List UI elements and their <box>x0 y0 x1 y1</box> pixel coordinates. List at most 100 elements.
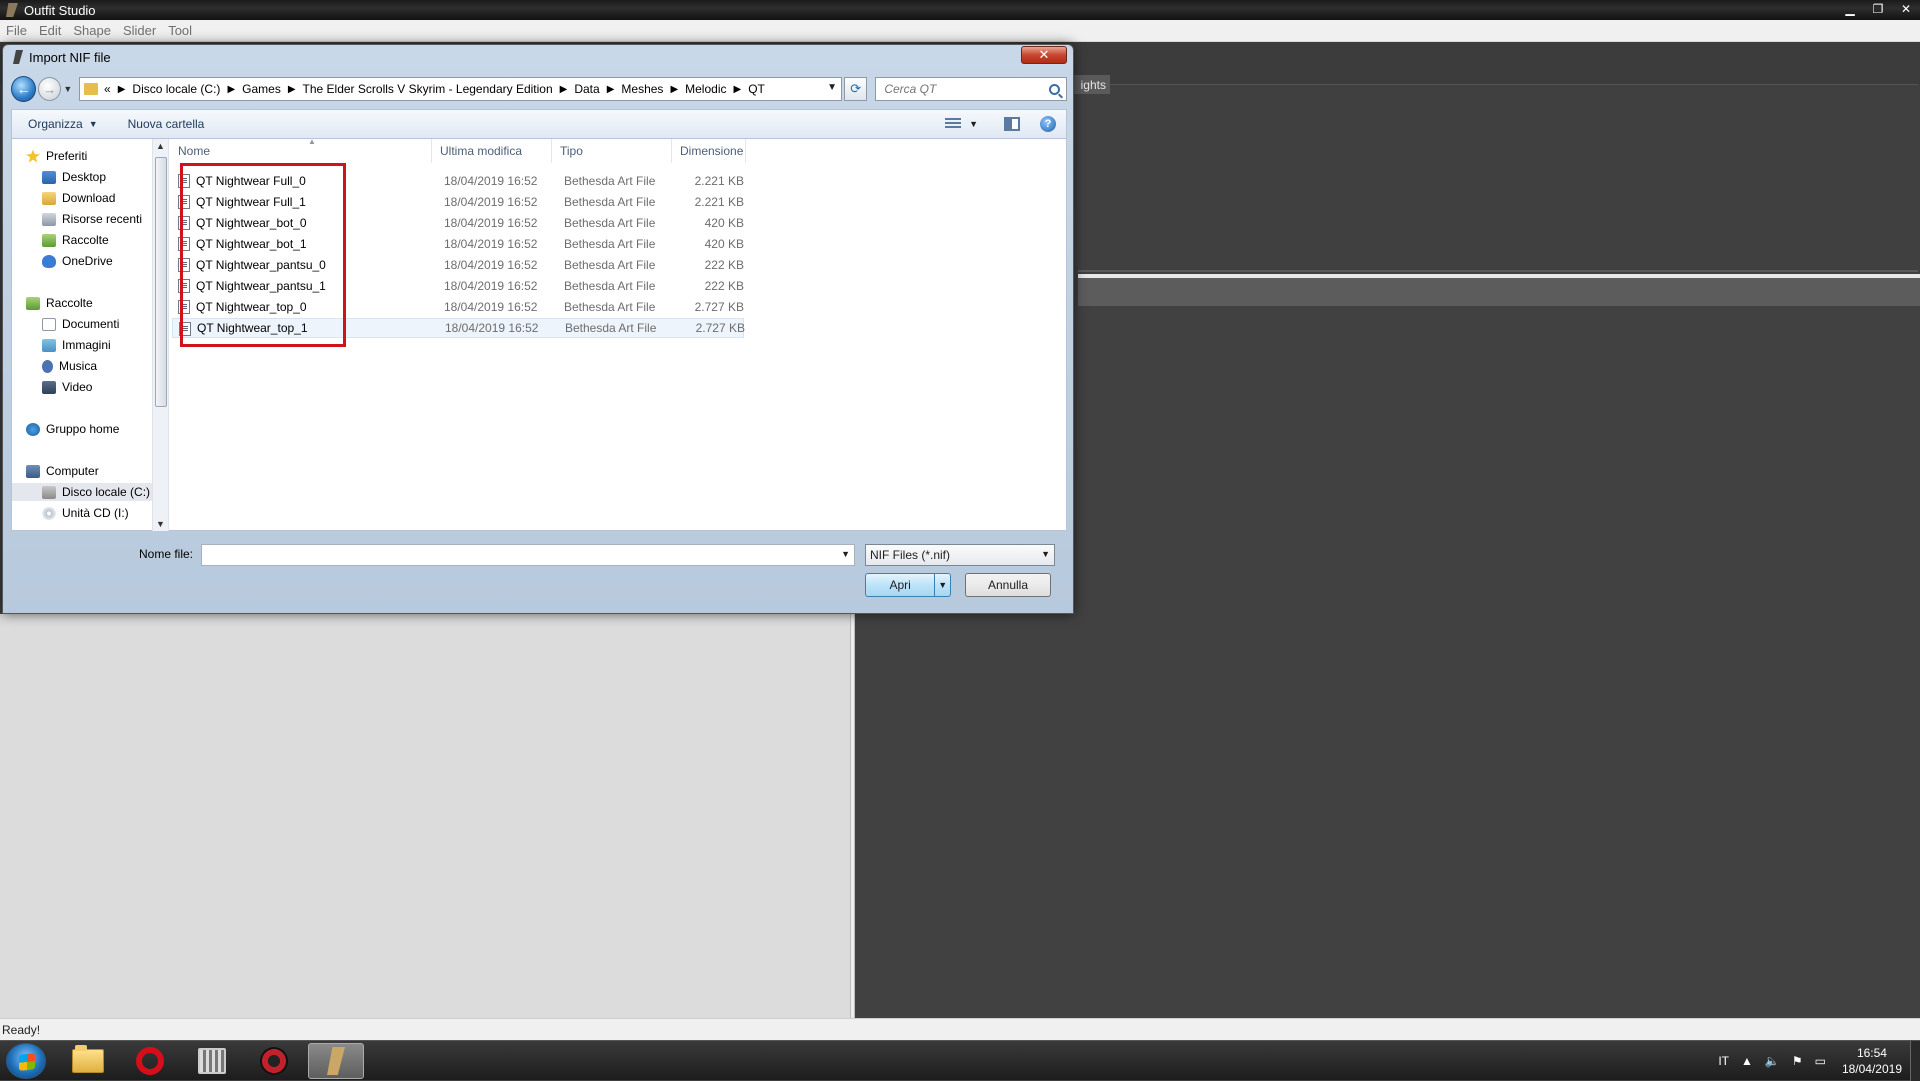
recent-pages-chevron-icon[interactable]: ▼ <box>63 84 75 94</box>
breadcrumb-item[interactable]: The Elder Scrolls V Skyrim - Legendary E… <box>303 82 553 96</box>
breadcrumb-separator-icon: ▶ <box>117 83 126 95</box>
action-center-flag-icon[interactable]: ⚑ <box>1792 1054 1803 1068</box>
nav-download[interactable]: Download <box>42 189 115 207</box>
breadcrumb-overflow[interactable]: « <box>104 82 111 96</box>
column-header-modified[interactable]: Ultima modifica <box>432 139 552 163</box>
taskbar-media-app[interactable] <box>184 1043 240 1079</box>
menu-shape[interactable]: Shape <box>67 23 117 38</box>
taskbar-explorer[interactable] <box>60 1043 116 1079</box>
show-hidden-icons-icon[interactable]: ▲ <box>1741 1054 1753 1068</box>
close-window-button[interactable]: ✕ <box>1892 0 1920 18</box>
preview-pane-icon[interactable] <box>1004 117 1020 131</box>
breadcrumb-separator-icon[interactable]: ▶ <box>734 84 742 95</box>
volume-icon[interactable]: 🔈 <box>1765 1054 1780 1068</box>
nav-libraries-fav[interactable]: Raccolte <box>42 231 109 249</box>
clock[interactable]: 16:54 18/04/2019 <box>1842 1045 1902 1077</box>
column-header-type[interactable]: Tipo <box>552 139 672 163</box>
breadcrumb-separator-icon[interactable]: ▶ <box>227 84 235 95</box>
status-bar: Ready! <box>0 1018 1920 1040</box>
taskbar-outfit-studio[interactable] <box>308 1043 364 1079</box>
forward-button[interactable]: → <box>38 77 62 101</box>
menu-tool[interactable]: Tool <box>162 23 198 38</box>
star-icon <box>26 149 40 163</box>
filename-input[interactable] <box>202 545 822 565</box>
nav-recent[interactable]: Risorse recenti <box>42 210 142 228</box>
scrollbar-thumb[interactable] <box>155 157 167 407</box>
address-bar[interactable]: « ▶ Disco locale (C:) ▶ Games ▶ The Elde… <box>79 77 843 101</box>
minimize-button[interactable]: ▁ <box>1836 0 1864 18</box>
file-type: Bethesda Art File <box>564 216 656 230</box>
breadcrumb-separator-icon[interactable]: ▶ <box>560 84 568 95</box>
nav-label: Gruppo home <box>46 422 120 436</box>
breadcrumb-separator-icon[interactable]: ▶ <box>670 84 678 95</box>
search-input[interactable] <box>882 81 1043 97</box>
windows-logo-icon <box>19 1053 35 1071</box>
menu-slider[interactable]: Slider <box>117 23 162 38</box>
open-options-chevron-icon[interactable]: ▼ <box>934 574 950 596</box>
file-size: 420 KB <box>704 216 744 230</box>
breadcrumb-item-current[interactable]: QT <box>748 82 765 96</box>
filename-combobox[interactable]: ▼ <box>201 544 855 566</box>
filename-dropdown-icon[interactable]: ▼ <box>841 549 850 559</box>
network-icon[interactable]: ▭ <box>1815 1054 1826 1068</box>
restore-button[interactable]: ❐ <box>1864 0 1892 18</box>
nav-music[interactable]: Musica <box>42 357 97 375</box>
windows-taskbar: IT ▲ 🔈 ⚑ ▭ 16:54 18/04/2019 <box>0 1040 1920 1081</box>
breadcrumb-item[interactable]: Games <box>242 82 281 96</box>
start-button[interactable] <box>6 1043 46 1079</box>
refresh-button[interactable]: ⟳ <box>844 77 868 101</box>
nav-desktop[interactable]: Desktop <box>42 168 106 186</box>
nav-label: Risorse recenti <box>62 212 143 226</box>
nav-label: Immagini <box>62 338 111 352</box>
input-language[interactable]: IT <box>1718 1054 1729 1068</box>
nav-homegroup[interactable]: Gruppo home <box>26 420 119 438</box>
nav-video[interactable]: Video <box>42 378 92 396</box>
column-header-size[interactable]: Dimensione <box>672 139 746 163</box>
navigation-scrollbar[interactable]: ▲ ▼ <box>152 139 169 531</box>
breadcrumb-item[interactable]: Data <box>574 82 599 96</box>
nav-cd-drive[interactable]: Unità CD (I:) <box>42 504 129 522</box>
search-box[interactable] <box>875 77 1067 101</box>
breadcrumb-item[interactable]: Meshes <box>621 82 663 96</box>
nav-label: Raccolte <box>62 233 109 247</box>
breadcrumb-separator-icon[interactable]: ▶ <box>607 84 615 95</box>
organize-button[interactable]: Organizza ▼ <box>28 117 98 131</box>
help-icon[interactable]: ? <box>1040 116 1056 132</box>
system-tray: IT ▲ 🔈 ⚑ ▭ 16:54 18/04/2019 <box>1712 1041 1920 1081</box>
file-modified: 18/04/2019 16:52 <box>444 258 538 272</box>
nav-label: Disco locale (C:) <box>62 485 151 499</box>
nav-favorites[interactable]: Preferiti <box>26 147 87 165</box>
nav-onedrive[interactable]: OneDrive <box>42 252 113 270</box>
nav-label: Musica <box>59 359 98 373</box>
scroll-down-icon[interactable]: ▼ <box>156 519 165 529</box>
breadcrumb-item[interactable]: Melodic <box>685 82 726 96</box>
breadcrumb-item[interactable]: Disco locale (C:) <box>132 82 220 96</box>
nav-libraries[interactable]: Raccolte <box>26 294 93 312</box>
nav-pictures[interactable]: Immagini <box>42 336 111 354</box>
show-desktop-button[interactable] <box>1910 1041 1920 1081</box>
address-dropdown-icon[interactable]: ▼ <box>827 82 837 93</box>
view-options-chevron-icon[interactable]: ▼ <box>969 119 978 129</box>
column-header-name[interactable]: Nome <box>170 139 432 163</box>
nav-documents[interactable]: Documenti <box>42 315 119 333</box>
new-folder-button[interactable]: Nuova cartella <box>128 117 205 131</box>
taskbar-gear-app[interactable] <box>246 1043 302 1079</box>
file-type: Bethesda Art File <box>564 300 656 314</box>
back-button[interactable]: ← <box>11 76 37 102</box>
nav-label: Video <box>62 380 93 394</box>
taskbar-opera[interactable] <box>122 1043 178 1079</box>
breadcrumb-separator-icon[interactable]: ▶ <box>288 84 296 95</box>
change-view-icon[interactable] <box>945 118 962 130</box>
dialog-close-button[interactable]: ✕ <box>1021 46 1067 64</box>
nav-computer[interactable]: Computer <box>26 462 99 480</box>
search-icon[interactable] <box>1049 83 1060 95</box>
file-size: 2.221 KB <box>694 174 744 188</box>
nav-local-disk-c[interactable]: Disco locale (C:) <box>12 483 152 501</box>
scroll-up-icon[interactable]: ▲ <box>156 141 165 151</box>
open-button[interactable]: Apri ▼ <box>865 573 951 597</box>
menu-file[interactable]: File <box>0 23 33 38</box>
vertical-splitter[interactable] <box>850 614 855 1018</box>
menu-edit[interactable]: Edit <box>33 23 67 38</box>
filetype-select[interactable]: NIF Files (*.nif) ▼ <box>865 544 1055 566</box>
cancel-button[interactable]: Annulla <box>965 573 1051 597</box>
